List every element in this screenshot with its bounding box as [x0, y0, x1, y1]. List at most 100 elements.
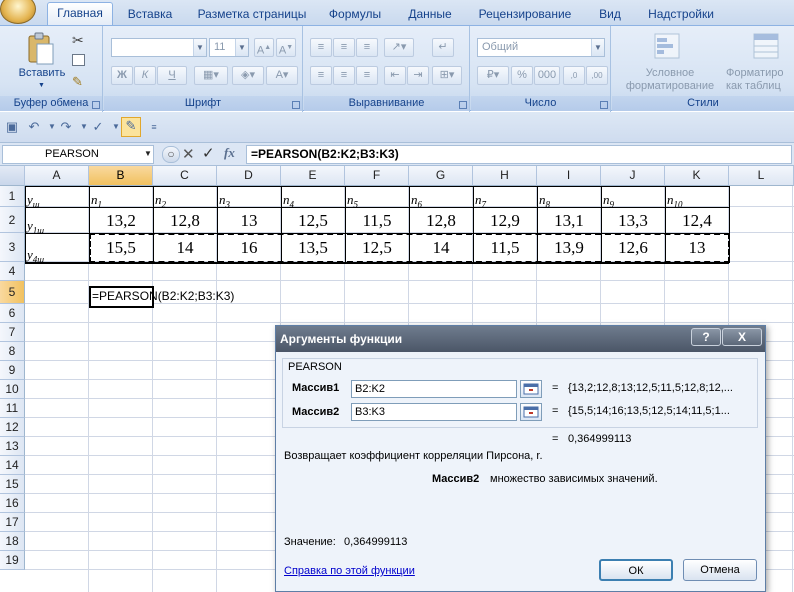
row-header-3[interactable]: 3	[0, 233, 25, 262]
copy-icon[interactable]	[72, 54, 85, 66]
row-header-8[interactable]: 8	[0, 342, 25, 361]
tab-addins[interactable]: Надстройки	[638, 6, 724, 25]
help-button[interactable]: ?	[691, 328, 721, 346]
align-middle-button[interactable]: ≡	[333, 38, 355, 57]
shrink-font-button[interactable]: A▼	[276, 38, 296, 57]
decrease-indent-button[interactable]: ⇤	[384, 66, 406, 85]
row-header-18[interactable]: 18	[0, 532, 25, 551]
cond-format-label-2[interactable]: форматирование	[616, 80, 724, 92]
paste-button[interactable]: Вставить	[14, 67, 70, 79]
col-header-h[interactable]: H	[473, 166, 537, 186]
row-header-17[interactable]: 17	[0, 513, 25, 532]
col-header-a[interactable]: A	[25, 166, 89, 186]
chevron-down-icon[interactable]: ▼	[193, 39, 206, 56]
paste-icon[interactable]	[24, 32, 56, 65]
tab-insert[interactable]: Вставка	[120, 6, 180, 25]
row-header-12[interactable]: 12	[0, 418, 25, 437]
formula-input[interactable]: =PEARSON(B2:K2;B3:K3)	[246, 145, 792, 164]
format-table-icon[interactable]	[752, 32, 784, 62]
cancel-icon[interactable]: ✕	[182, 145, 195, 163]
arg1-input[interactable]: B2:K2	[351, 380, 517, 398]
percent-button[interactable]: %	[511, 66, 533, 85]
conditional-format-icon[interactable]	[653, 32, 685, 62]
save-icon[interactable]: ▣	[4, 119, 20, 135]
tab-formulas[interactable]: Формулы	[322, 6, 388, 25]
table-cell[interactable]: 12,9	[473, 208, 537, 233]
customize-qat-icon[interactable]: ≡	[146, 119, 162, 135]
table-cell[interactable]: 13,9	[537, 235, 601, 261]
clipboard-launcher-icon[interactable]	[92, 101, 100, 109]
row-header-14[interactable]: 14	[0, 456, 25, 475]
bold-button[interactable]: Ж	[111, 66, 133, 85]
row-header-10[interactable]: 10	[0, 380, 25, 399]
tab-page-layout[interactable]: Разметка страницы	[190, 6, 314, 25]
row-header-19[interactable]: 19	[0, 551, 25, 570]
cell-a2[interactable]: y1ш	[25, 213, 89, 238]
borders-button[interactable]: ▦▾	[194, 66, 228, 85]
table-cell[interactable]: 13	[217, 208, 281, 233]
thousands-button[interactable]: 000	[534, 66, 560, 85]
tab-home[interactable]: Главная	[47, 2, 113, 25]
name-manager-icon[interactable]: ○	[162, 146, 180, 163]
chevron-down-icon[interactable]: ▼	[235, 39, 248, 56]
col-header-e[interactable]: E	[281, 166, 345, 186]
redo-icon[interactable]: ↷	[58, 119, 74, 135]
table-cell[interactable]: 13	[665, 235, 729, 261]
increase-indent-button[interactable]: ⇥	[407, 66, 429, 85]
increase-decimal-button[interactable]: ,0	[563, 66, 585, 85]
table-cell[interactable]: 13,3	[601, 208, 665, 233]
italic-button[interactable]: К	[134, 66, 156, 85]
close-button[interactable]: X	[722, 328, 762, 346]
row-header-15[interactable]: 15	[0, 475, 25, 494]
chevron-down-icon[interactable]: ▼	[591, 39, 604, 56]
spelling-icon[interactable]: ✓	[90, 119, 106, 135]
cell-a3[interactable]: y4ш	[25, 242, 89, 267]
collapse-dialog-icon[interactable]	[520, 403, 542, 421]
table-cell[interactable]: 11,5	[473, 235, 537, 261]
paste-dropdown-icon[interactable]: ▼	[38, 82, 46, 89]
office-button[interactable]	[0, 0, 36, 24]
col-header-c[interactable]: C	[153, 166, 217, 186]
ok-button[interactable]: ОК	[599, 559, 673, 581]
undo-icon[interactable]: ↶	[26, 119, 42, 135]
align-top-button[interactable]: ≡	[310, 38, 332, 57]
table-cell[interactable]: 13,5	[281, 235, 345, 261]
row-header-1[interactable]: 1	[0, 186, 25, 207]
table-cell[interactable]: 12,5	[281, 208, 345, 233]
edit-icon[interactable]: ✎	[121, 117, 141, 137]
row-header-11[interactable]: 11	[0, 399, 25, 418]
row-header-16[interactable]: 16	[0, 494, 25, 513]
row-header-9[interactable]: 9	[0, 361, 25, 380]
table-cell[interactable]: 13,2	[89, 208, 153, 233]
table-cell[interactable]: 14	[409, 235, 473, 261]
number-format-combo[interactable]: Общий ▼	[477, 38, 605, 57]
help-link[interactable]: Справка по этой функции	[284, 565, 415, 577]
alignment-launcher-icon[interactable]	[459, 101, 467, 109]
font-size-combo[interactable]: 11 ▼	[209, 38, 249, 57]
currency-button[interactable]: ₽▾	[477, 66, 509, 85]
table-cell[interactable]: 12,6	[601, 235, 665, 261]
fill-color-button[interactable]: ◈▾	[232, 66, 264, 85]
row-header-2[interactable]: 2	[0, 207, 25, 233]
table-cell[interactable]: 12,8	[409, 208, 473, 233]
table-cell[interactable]: 11,5	[345, 208, 409, 233]
number-launcher-icon[interactable]	[600, 101, 608, 109]
table-cell[interactable]: 12,4	[665, 208, 729, 233]
align-center-button[interactable]: ≡	[333, 66, 355, 85]
row-header-7[interactable]: 7	[0, 323, 25, 342]
underline-button[interactable]: Ч	[157, 66, 187, 85]
arg2-input[interactable]: B3:K3	[351, 403, 517, 421]
col-header-g[interactable]: G	[409, 166, 473, 186]
format-table-label-1[interactable]: Форматиро	[726, 67, 794, 79]
table-cell[interactable]: 12,8	[153, 208, 217, 233]
row-header-5[interactable]: 5	[0, 281, 25, 304]
format-table-label-2[interactable]: как таблиц	[726, 80, 794, 92]
decrease-decimal-button[interactable]: ,00	[586, 66, 608, 85]
table-cell[interactable]: 12,5	[345, 235, 409, 261]
font-color-button[interactable]: A▾	[266, 66, 298, 85]
col-header-f[interactable]: F	[345, 166, 409, 186]
table-cell[interactable]: 15,5	[89, 235, 153, 261]
align-bottom-button[interactable]: ≡	[356, 38, 378, 57]
grow-font-button[interactable]: A▲	[254, 38, 274, 57]
tab-review[interactable]: Рецензирование	[470, 6, 580, 25]
